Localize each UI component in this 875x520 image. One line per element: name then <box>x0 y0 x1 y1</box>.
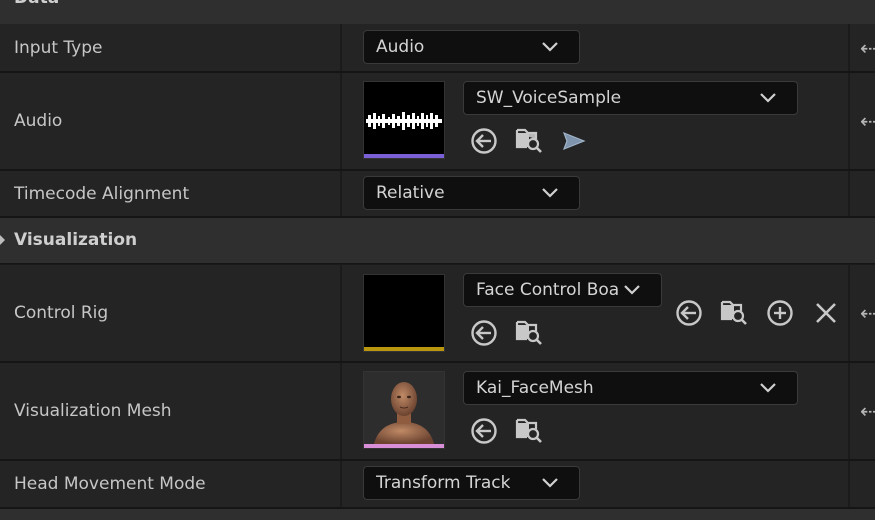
browse-to-asset-icon[interactable] <box>719 297 749 327</box>
chevron-down-icon <box>624 285 640 295</box>
use-selected-asset-icon[interactable] <box>469 416 499 446</box>
control-rig-asset-dropdown[interactable]: Face Control Boa <box>463 273 662 307</box>
property-label-visualization-mesh: Visualization Mesh <box>14 401 172 421</box>
input-type-dropdown[interactable]: Audio <box>363 30 580 64</box>
timecode-alignment-value: Relative <box>376 183 445 203</box>
chevron-down-icon <box>760 93 776 103</box>
section-title-visualization: Visualization <box>14 230 138 250</box>
asset-type-color-bar <box>364 154 444 158</box>
head-movement-mode-value: Transform Track <box>376 473 511 493</box>
next-section-header <box>0 509 875 520</box>
use-selected-asset-icon[interactable] <box>469 126 499 156</box>
browse-to-asset-icon[interactable] <box>514 317 544 347</box>
visualization-mesh-asset-dropdown[interactable]: Kai_FaceMesh <box>463 371 798 405</box>
input-type-value: Audio <box>376 37 425 57</box>
row-head-movement-mode: Head Movement Mode Transform Track <box>0 461 875 509</box>
label-cell: Timecode Alignment <box>0 171 342 216</box>
visualization-mesh-asset-name: Kai_FaceMesh <box>476 378 594 398</box>
reset-arrow-icon[interactable]: ⇠ <box>860 111 875 131</box>
chevron-down-icon <box>542 42 558 52</box>
chevron-down-icon <box>542 478 558 488</box>
clear-icon[interactable] <box>811 298 841 328</box>
audio-asset-dropdown[interactable]: SW_VoiceSample <box>463 81 798 115</box>
timecode-alignment-dropdown[interactable]: Relative <box>363 176 580 210</box>
visualization-mesh-thumbnail[interactable] <box>363 371 445 449</box>
audio-thumbnail[interactable] <box>363 81 445 159</box>
row-visualization-mesh: Visualization Mesh Kai_FaceMesh ⇠ <box>0 363 875 461</box>
audio-asset-name: SW_VoiceSample <box>476 88 622 108</box>
row-timecode-alignment: Timecode Alignment Relative <box>0 171 875 218</box>
section-title-data: Data <box>14 0 59 8</box>
property-label-control-rig: Control Rig <box>14 303 109 323</box>
property-label-input-type: Input Type <box>14 37 103 58</box>
reset-arrow-icon[interactable]: ⇠ <box>860 401 875 421</box>
section-collapse-arrow-icon <box>0 235 5 245</box>
add-icon[interactable] <box>765 298 795 328</box>
reset-cell <box>848 461 875 507</box>
reset-cell: ⇠ <box>848 73 875 169</box>
row-control-rig: Control Rig Face Control Boa ⇠ <box>0 265 875 363</box>
property-label-timecode-alignment: Timecode Alignment <box>14 183 190 204</box>
section-header-data[interactable]: Data <box>0 0 875 25</box>
face-mesh-preview-icon <box>364 372 444 444</box>
row-input-type: Input Type Audio ⇠ <box>0 24 875 73</box>
control-rig-asset-name: Face Control Boa <box>476 280 619 300</box>
row-audio: Audio SW_VoiceSample ⇠ <box>0 73 875 171</box>
asset-type-color-bar <box>364 444 444 448</box>
browse-to-asset-icon[interactable] <box>514 125 544 155</box>
reset-cell <box>848 171 875 216</box>
reset-cell: ⇠ <box>848 24 875 71</box>
property-label-audio: Audio <box>14 111 63 131</box>
use-selected-asset-icon[interactable] <box>469 318 499 348</box>
chevron-down-icon <box>542 188 558 198</box>
reset-cell: ⇠ <box>848 363 875 459</box>
waveform-icon <box>366 112 442 130</box>
play-audio-icon[interactable] <box>559 126 589 156</box>
reset-cell: ⇠ <box>848 265 875 361</box>
label-cell: Head Movement Mode <box>0 461 342 507</box>
section-header-visualization[interactable]: Visualization <box>0 218 875 264</box>
reset-arrow-icon[interactable]: ⇠ <box>860 303 875 323</box>
label-cell: Audio <box>0 73 342 169</box>
head-movement-mode-dropdown[interactable]: Transform Track <box>363 466 580 500</box>
chevron-down-icon <box>760 383 776 393</box>
label-cell: Visualization Mesh <box>0 363 342 459</box>
reset-arrow-icon[interactable]: ⇠ <box>860 38 875 58</box>
label-cell: Control Rig <box>0 265 342 361</box>
label-cell: Input Type <box>0 24 342 71</box>
asset-type-color-bar <box>364 347 444 351</box>
property-label-head-movement-mode: Head Movement Mode <box>14 474 206 494</box>
control-rig-thumbnail[interactable] <box>363 274 445 352</box>
browse-to-asset-icon[interactable] <box>514 415 544 445</box>
use-selected-asset-icon[interactable] <box>674 298 704 328</box>
